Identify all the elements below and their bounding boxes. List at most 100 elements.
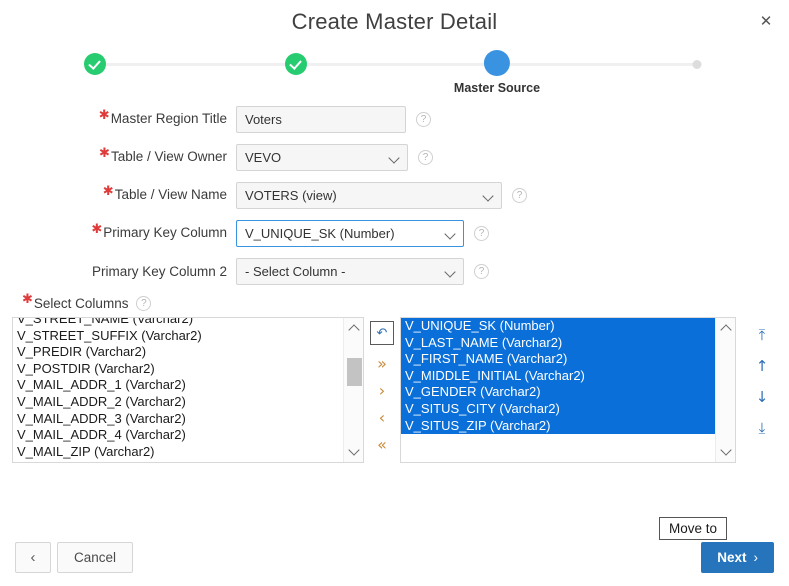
- page-title: Create Master Detail: [291, 9, 498, 34]
- required-asterisk: ✱: [102, 183, 114, 198]
- column-shuttle: V_STREET_NAME (Varchar2) V_STREET_SUFFIX…: [0, 317, 789, 463]
- label-table-view-name: ✱Table / View Name: [0, 183, 236, 203]
- available-columns-items: V_STREET_NAME (Varchar2) V_STREET_SUFFIX…: [13, 318, 343, 462]
- list-item[interactable]: V_FIRST_NAME (Varchar2): [401, 351, 715, 368]
- next-button[interactable]: Next ›: [701, 542, 774, 573]
- required-asterisk: ✱: [91, 221, 103, 236]
- primary-key-column-2-value: - Select Column -: [245, 263, 346, 279]
- scroll-down-icon[interactable]: [716, 443, 735, 460]
- check-icon: [84, 53, 106, 75]
- move-left-button[interactable]: ‹: [370, 405, 394, 429]
- list-item[interactable]: V_MAIL_ADDR_2 (Varchar2): [13, 394, 343, 411]
- table-view-owner-value: VEVO: [245, 149, 282, 165]
- list-item[interactable]: V_PREDIR (Varchar2): [13, 344, 343, 361]
- help-icon[interactable]: ?: [512, 187, 527, 203]
- chevron-left-icon: ‹: [30, 549, 36, 566]
- list-item[interactable]: V_STREET_SUFFIX (Varchar2): [13, 328, 343, 345]
- help-icon[interactable]: ?: [474, 225, 489, 241]
- chevron-down-icon: [388, 151, 400, 164]
- step-2[interactable]: [285, 47, 307, 80]
- label-text: Primary Key Column: [103, 225, 227, 240]
- form-row-primary-key-column-2: Primary Key Column 2 - Select Column - ?: [0, 257, 789, 285]
- label-text: Master Region Title: [110, 111, 227, 126]
- primary-key-column-2-select[interactable]: - Select Column -: [236, 257, 464, 285]
- move-right-button[interactable]: ›: [370, 378, 394, 402]
- list-item[interactable]: V_UNIQUE_SK (Number): [401, 318, 715, 335]
- scrollbar-thumb[interactable]: [347, 358, 362, 386]
- list-item[interactable]: V_MAIL_ADDR_4 (Varchar2): [13, 427, 343, 444]
- chevron-down-icon: [444, 227, 456, 240]
- label-master-region-title: ✱Master Region Title: [0, 107, 236, 127]
- back-button[interactable]: ‹: [15, 542, 51, 573]
- required-asterisk: ✱: [98, 107, 110, 122]
- move-all-right-button[interactable]: »: [370, 351, 394, 375]
- list-item[interactable]: V_MAIL_ADDR_3 (Varchar2): [13, 411, 343, 428]
- available-columns-list[interactable]: V_STREET_NAME (Varchar2) V_STREET_SUFFIX…: [12, 317, 364, 463]
- form-row-master-region-title: ✱Master Region Title ?: [0, 105, 789, 133]
- chevron-down-icon: [444, 265, 456, 278]
- move-to-top-button[interactable]: ⤒: [750, 323, 774, 347]
- step-3-label: Master Source: [453, 81, 541, 95]
- list-item[interactable]: V_MAIL_ADDR_1 (Varchar2): [13, 377, 343, 394]
- selected-columns-list[interactable]: V_UNIQUE_SK (Number) V_LAST_NAME (Varcha…: [400, 317, 736, 463]
- move-all-left-button[interactable]: «: [370, 432, 394, 456]
- pending-step-dot-icon: [692, 60, 702, 69]
- stepper-track: [95, 63, 696, 66]
- help-icon[interactable]: ?: [418, 149, 433, 165]
- available-list-scrollbar[interactable]: [343, 318, 363, 462]
- table-view-name-value: VOTERS (view): [245, 187, 337, 203]
- selected-columns-items: V_UNIQUE_SK (Number) V_LAST_NAME (Varcha…: [401, 318, 715, 462]
- table-view-owner-select[interactable]: VEVO: [236, 143, 408, 171]
- primary-key-column-select[interactable]: V_UNIQUE_SK (Number): [236, 219, 464, 247]
- master-source-form: ✱Master Region Title ? ✱Table / View Own…: [0, 105, 789, 285]
- step-1[interactable]: [84, 47, 106, 80]
- form-row-primary-key-column: ✱Primary Key Column V_UNIQUE_SK (Number)…: [0, 219, 789, 247]
- move-up-button[interactable]: ↑: [750, 354, 774, 378]
- list-item[interactable]: V_MIDDLE_INITIAL (Varchar2): [401, 367, 715, 385]
- scroll-up-icon[interactable]: [344, 320, 363, 337]
- form-row-table-view-name: ✱Table / View Name VOTERS (view) ?: [0, 181, 789, 209]
- form-row-table-view-owner: ✱Table / View Owner VEVO ?: [0, 143, 789, 171]
- next-button-label: Next: [717, 550, 747, 565]
- list-item[interactable]: V_GENDER (Varchar2): [401, 384, 715, 401]
- current-step-dot-icon: [484, 50, 510, 76]
- wizard-stepper: Master Source: [0, 47, 789, 105]
- move-down-button[interactable]: ↓: [750, 385, 774, 409]
- list-item[interactable]: V_POSTDIR (Varchar2): [13, 361, 343, 378]
- table-view-name-select[interactable]: VOTERS (view): [236, 181, 502, 209]
- help-icon[interactable]: ?: [474, 263, 489, 279]
- reset-button[interactable]: ↶: [370, 321, 394, 345]
- selected-list-scrollbar[interactable]: [715, 318, 735, 462]
- master-region-title-input[interactable]: [236, 105, 406, 133]
- move-to-bottom-button[interactable]: ⤓: [750, 416, 774, 440]
- list-item[interactable]: V_SITUS_ZIP (Varchar2): [401, 417, 715, 435]
- primary-key-column-value: V_UNIQUE_SK (Number): [245, 225, 395, 241]
- list-item[interactable]: V_LAST_NAME (Varchar2): [401, 334, 715, 352]
- list-item[interactable]: V_STREET_NAME (Varchar2): [13, 318, 343, 328]
- scroll-down-icon[interactable]: [344, 443, 363, 460]
- label-text: Primary Key Column 2: [91, 263, 227, 279]
- label-text: Table / View Owner: [110, 149, 227, 164]
- close-icon[interactable]: ✕: [757, 13, 775, 31]
- required-asterisk: ✱: [22, 291, 33, 306]
- order-buttons: ⤒ ↑ ↓ ⤓: [736, 317, 788, 447]
- select-columns-header: ✱ Select Columns ?: [22, 291, 789, 311]
- label-primary-key-column: ✱Primary Key Column: [0, 221, 236, 241]
- list-item[interactable]: V_SITUS_CITY (Varchar2): [401, 400, 715, 418]
- help-icon[interactable]: ?: [136, 295, 152, 311]
- required-asterisk: ✱: [99, 145, 110, 160]
- shuttle-buttons: ↶ » › ‹ «: [364, 317, 400, 459]
- chevron-right-icon: ›: [753, 550, 759, 565]
- chevron-down-icon: [482, 189, 494, 202]
- list-item[interactable]: V_MAIL_ZIP (Varchar2): [13, 444, 343, 461]
- label-text: Table / View Name: [114, 187, 227, 202]
- cancel-button[interactable]: Cancel: [57, 542, 134, 573]
- scroll-up-icon[interactable]: [716, 320, 735, 337]
- label-primary-key-column-2: Primary Key Column 2: [0, 264, 236, 279]
- label-table-view-owner: ✱Table / View Owner: [0, 145, 236, 165]
- tooltip-move-to: Move to: [659, 517, 728, 540]
- select-columns-label: Select Columns: [33, 295, 129, 311]
- step-3-master-source[interactable]: Master Source: [454, 47, 540, 95]
- step-4[interactable]: [692, 47, 702, 74]
- help-icon[interactable]: ?: [416, 111, 431, 127]
